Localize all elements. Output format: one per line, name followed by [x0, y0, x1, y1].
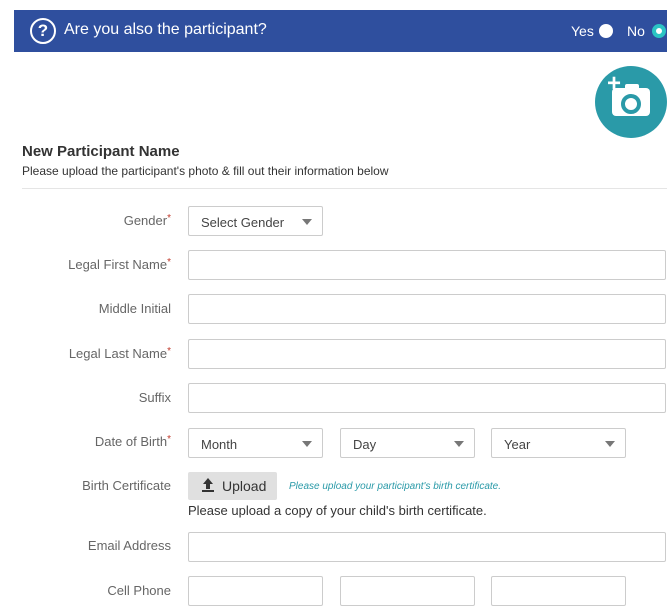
- last-name-input[interactable]: [188, 339, 666, 369]
- no-label: No: [627, 23, 645, 39]
- dob-year-select[interactable]: Year: [491, 428, 626, 458]
- upload-button[interactable]: Upload: [188, 472, 277, 500]
- section-title: New Participant Name: [22, 143, 180, 160]
- yes-label: Yes: [571, 23, 594, 39]
- middle-initial-input[interactable]: [188, 294, 666, 324]
- participant-question-bar: ? Are you also the participant? Yes No: [14, 10, 667, 52]
- cell-phone-line-input[interactable]: [491, 576, 626, 606]
- dob-day-select[interactable]: Day: [340, 428, 475, 458]
- last-name-label: Legal Last Name*: [68, 346, 171, 361]
- suffix-input[interactable]: [188, 383, 666, 413]
- upload-button-label: Upload: [222, 478, 267, 494]
- email-label: Email Address: [87, 538, 171, 553]
- no-radio[interactable]: [652, 24, 666, 38]
- upload-icon: [202, 478, 214, 492]
- cell-phone-prefix-input[interactable]: [340, 576, 475, 606]
- chevron-down-icon: [605, 441, 615, 447]
- cell-phone-label: Cell Phone: [107, 583, 171, 598]
- chevron-down-icon: [454, 441, 464, 447]
- camera-icon: [612, 88, 650, 116]
- middle-initial-label: Middle Initial: [98, 301, 171, 316]
- birth-certificate-label: Birth Certificate: [82, 478, 171, 493]
- first-name-label: Legal First Name*: [68, 257, 171, 272]
- question-icon: ?: [30, 18, 56, 44]
- gender-label: Gender*: [123, 213, 171, 228]
- birth-certificate-note: Please upload a copy of your child's bir…: [188, 503, 487, 518]
- first-name-input[interactable]: [188, 250, 666, 280]
- chevron-down-icon: [302, 441, 312, 447]
- birth-certificate-hint: Please upload your participant's birth c…: [289, 481, 502, 492]
- yes-radio[interactable]: [599, 24, 613, 38]
- dob-month-select[interactable]: Month: [188, 428, 323, 458]
- section-subtitle: Please upload the participant's photo & …: [22, 164, 389, 178]
- gender-select[interactable]: Select Gender: [188, 206, 323, 236]
- add-photo-button[interactable]: +: [595, 66, 667, 138]
- cell-phone-area-input[interactable]: [188, 576, 323, 606]
- participant-question: Are you also the participant?: [64, 21, 267, 38]
- chevron-down-icon: [302, 219, 312, 225]
- dob-label: Date of Birth*: [94, 434, 171, 449]
- suffix-label: Suffix: [138, 390, 171, 405]
- divider: [22, 188, 667, 189]
- email-input[interactable]: [188, 532, 666, 562]
